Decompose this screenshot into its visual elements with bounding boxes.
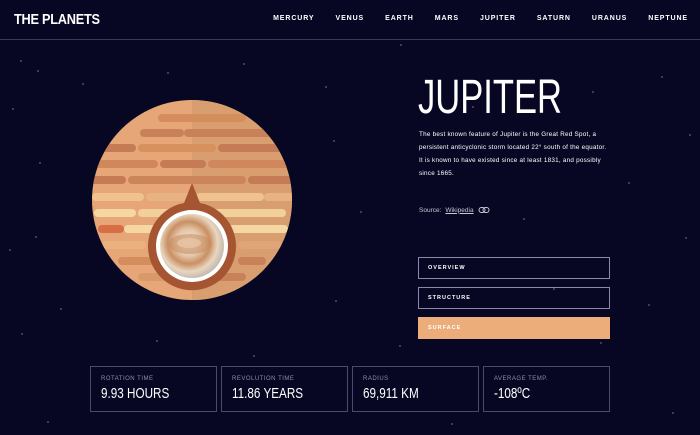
stat-label: RADIUS xyxy=(363,376,389,382)
nav-item-saturn[interactable]: SATURN xyxy=(537,15,571,22)
nav-item-mercury[interactable]: MERCURY xyxy=(273,15,314,22)
source-line: Source: Wikipedia xyxy=(419,206,490,214)
stat-value: 69,911 KM xyxy=(363,385,419,402)
nav-item-earth[interactable]: EARTH xyxy=(385,15,414,22)
nav-item-neptune[interactable]: NEPTUNE xyxy=(648,15,688,22)
app-logo[interactable]: THE PLANETS xyxy=(14,11,100,28)
stat-label: AVERAGE TEMP. xyxy=(494,376,549,382)
stat-card-radius: RADIUS 69,911 KM xyxy=(352,366,479,412)
stat-card-rotation: ROTATION TIME 9.93 HOURS xyxy=(90,366,217,412)
external-link-icon[interactable] xyxy=(478,206,490,214)
nav-item-jupiter[interactable]: JUPITER xyxy=(480,15,516,22)
source-link[interactable]: Wikipedia xyxy=(445,207,473,214)
stat-value: -108ºC xyxy=(494,385,531,402)
planet-tabs: OVERVIEW STRUCTURE SURFACE xyxy=(418,257,610,347)
planet-nav: MERCURY VENUS EARTH MARS JUPITER SATURN … xyxy=(252,15,688,22)
nav-item-mars[interactable]: MARS xyxy=(435,15,459,22)
source-prefix: Source: xyxy=(419,206,442,214)
jupiter-planet-image xyxy=(92,100,292,300)
tab-overview[interactable]: OVERVIEW xyxy=(418,257,610,279)
tab-structure[interactable]: STRUCTURE xyxy=(418,287,610,309)
stat-label: ROTATION TIME xyxy=(101,376,154,382)
nav-item-uranus[interactable]: URANUS xyxy=(592,15,627,22)
planet-description: The best known feature of Jupiter is the… xyxy=(419,131,607,177)
stat-value: 11.86 YEARS xyxy=(232,385,304,402)
stat-card-revolution: REVOLUTION TIME 11.86 YEARS xyxy=(221,366,348,412)
stat-label: REVOLUTION TIME xyxy=(232,376,295,382)
top-header: THE PLANETS MERCURY VENUS EARTH MARS JUP… xyxy=(0,0,700,40)
stat-value: 9.93 HOURS xyxy=(101,385,170,402)
tab-surface[interactable]: SURFACE xyxy=(418,317,610,339)
planet-stats: ROTATION TIME 9.93 HOURS REVOLUTION TIME… xyxy=(90,366,610,412)
stat-card-temperature: AVERAGE TEMP. -108ºC xyxy=(483,366,610,412)
nav-item-venus[interactable]: VENUS xyxy=(336,15,365,22)
planet-title: JUPITER xyxy=(418,71,563,124)
planet-illustration xyxy=(92,100,292,300)
